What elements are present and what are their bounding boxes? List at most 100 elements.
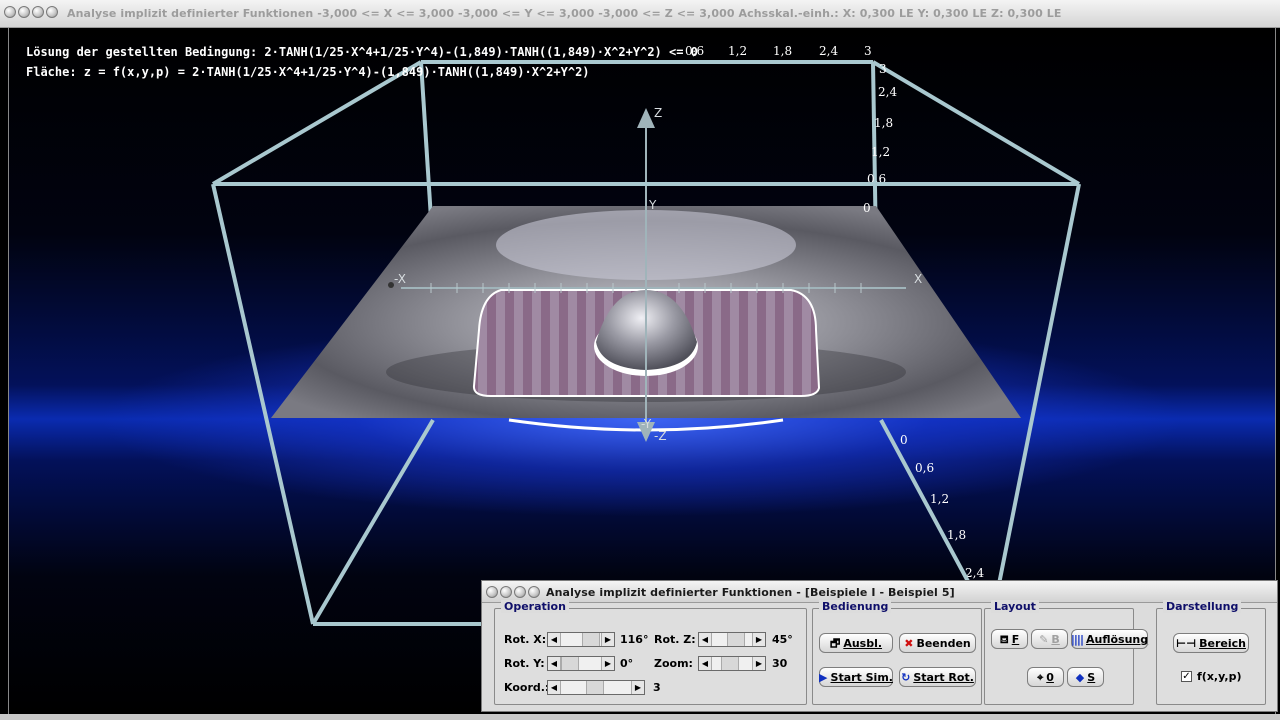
- bedienung-group: Bedienung 🗗 Ausbl. ✖ Beenden ▶ Start Sim…: [812, 600, 982, 705]
- rot-y-scrollbar[interactable]: ◀ ▶: [547, 656, 615, 671]
- scroll-thumb[interactable]: [561, 657, 579, 670]
- pencil-icon: ✎: [1039, 632, 1049, 646]
- lower-scale-tick: 1,8: [947, 528, 966, 542]
- scroll-left-icon[interactable]: ◀: [548, 633, 561, 646]
- rot-z-scrollbar[interactable]: ◀ ▶: [698, 632, 766, 647]
- right-scale-tick: 1,8: [874, 116, 893, 130]
- scroll-thumb[interactable]: [727, 633, 745, 646]
- formula-surface: Fläche: z = f(x,y,p) = 2·TANH(1/25·X^4+1…: [26, 65, 590, 79]
- start-rotation-label: Start Rot.: [913, 670, 974, 684]
- scroll-left-icon[interactable]: ◀: [699, 657, 712, 670]
- zoom-label: Zoom:: [654, 657, 693, 670]
- rot-z-value: 45°: [772, 633, 793, 646]
- top-scale-tick: 2,4: [819, 44, 838, 58]
- right-scale-tick: 3: [879, 62, 887, 76]
- x-axis-label: X: [914, 272, 922, 286]
- aufloesung-button[interactable]: |||| Auflösung: [1071, 629, 1148, 649]
- rot-y-label: Rot. Y:: [504, 657, 545, 670]
- zoom-scrollbar[interactable]: ◀ ▶: [698, 656, 766, 671]
- origin-button[interactable]: ⌖ 0: [1027, 667, 1064, 687]
- rot-x-scrollbar[interactable]: ◀ ▶: [547, 632, 615, 647]
- farbe-label: F: [1011, 632, 1020, 646]
- scroll-thumb[interactable]: [721, 657, 739, 670]
- b-label: B: [1051, 632, 1060, 646]
- darstellung-group-title: Darstellung: [1163, 600, 1242, 613]
- rot-x-label: Rot. X:: [504, 633, 547, 646]
- fxyp-label: f(x,y,p): [1197, 670, 1242, 683]
- scroll-left-icon[interactable]: ◀: [548, 657, 561, 670]
- bereich-label: Bereich: [1199, 636, 1246, 650]
- control-panel-window: Analyse implizit definierter Funktionen …: [481, 580, 1278, 712]
- rot-y-value: 0°: [620, 657, 634, 670]
- window-controls[interactable]: [4, 6, 58, 18]
- paint-bucket-icon: ⛾: [999, 632, 1009, 646]
- aufloesung-label: Auflösung: [1085, 632, 1149, 646]
- scroll-left-icon[interactable]: ◀: [699, 633, 712, 646]
- neg-y-axis-label: -Y: [641, 417, 652, 431]
- window-button-icon[interactable]: [32, 6, 44, 18]
- neg-x-axis-label: -X: [394, 272, 406, 286]
- scroll-right-icon[interactable]: ▶: [601, 657, 614, 670]
- start-simulation-label: Start Sim.: [830, 670, 893, 684]
- koord-scrollbar[interactable]: ◀ ▶: [547, 680, 645, 695]
- rotate-icon: ↻: [901, 670, 911, 684]
- top-scale-tick: 1,8: [773, 44, 792, 58]
- main-title-bar[interactable]: Analyse implizit definierter Funktionen …: [0, 0, 1280, 28]
- layout-group: Layout ⛾ F ✎ B |||| Auflösung ⌖ 0 ◆ S: [984, 600, 1148, 705]
- scroll-right-icon[interactable]: ▶: [752, 657, 765, 670]
- resolution-grid-icon: ||||: [1070, 632, 1084, 646]
- b-button[interactable]: ✎ B: [1031, 629, 1068, 649]
- farbe-button[interactable]: ⛾ F: [991, 629, 1028, 649]
- origin-label: 0: [1046, 670, 1054, 684]
- layout-group-title: Layout: [991, 600, 1039, 613]
- window-button-icon[interactable]: [528, 586, 540, 598]
- beenden-button[interactable]: ✖ Beenden: [899, 633, 976, 653]
- window-button-icon[interactable]: [18, 6, 30, 18]
- play-icon: ▶: [819, 670, 828, 684]
- y-axis-label: Y: [648, 198, 657, 212]
- z-axis-label: Z: [654, 106, 662, 120]
- beenden-label: Beenden: [916, 636, 971, 650]
- ausblenden-button[interactable]: 🗗 Ausbl.: [819, 633, 893, 653]
- hide-window-icon: 🗗: [829, 636, 841, 650]
- z-axis-arrow-icon: [637, 108, 655, 128]
- fxyp-checkbox[interactable]: ✓: [1181, 671, 1192, 682]
- zoom-value: 30: [772, 657, 788, 670]
- scroll-thumb[interactable]: [586, 681, 604, 694]
- scroll-right-icon[interactable]: ▶: [631, 681, 644, 694]
- eraser-icon: ◆: [1075, 670, 1085, 684]
- scroll-right-icon[interactable]: ▶: [752, 633, 765, 646]
- koord-value: 3: [653, 681, 661, 694]
- lower-scale-tick: 1,2: [930, 492, 949, 506]
- start-simulation-button[interactable]: ▶ Start Sim.: [819, 667, 893, 687]
- scroll-right-icon[interactable]: ▶: [601, 633, 614, 646]
- top-scale-tick: 3: [864, 44, 872, 58]
- rot-x-value: 116°: [620, 633, 649, 646]
- ausblenden-label: Ausbl.: [843, 636, 883, 650]
- darstellung-group: Darstellung ⊢⊣ Bereich ✓ f(x,y,p): [1156, 600, 1266, 705]
- window-button-icon[interactable]: [486, 586, 498, 598]
- window-button-icon[interactable]: [514, 586, 526, 598]
- window-button-icon[interactable]: [500, 586, 512, 598]
- close-icon: ✖: [904, 636, 914, 650]
- range-icon: ⊢⊣: [1176, 636, 1197, 650]
- control-panel-title: Analyse implizit definierter Funktionen …: [546, 586, 955, 599]
- crosshair-icon: ⌖: [1037, 670, 1044, 684]
- window-button-icon[interactable]: [4, 6, 16, 18]
- koord-label: Koord.:: [504, 681, 550, 694]
- start-rotation-button[interactable]: ↻ Start Rot.: [899, 667, 976, 687]
- s-label: S: [1087, 670, 1096, 684]
- right-scale-tick: 2,4: [878, 85, 897, 99]
- right-scale-tick: 1,2: [871, 145, 890, 159]
- s-button[interactable]: ◆ S: [1067, 667, 1104, 687]
- window-button-icon[interactable]: [46, 6, 58, 18]
- panel-window-controls[interactable]: [486, 586, 540, 598]
- scroll-left-icon[interactable]: ◀: [548, 681, 561, 694]
- neg-z-axis-label: -Z: [654, 429, 667, 443]
- operation-group-title: Operation: [501, 600, 569, 613]
- scroll-thumb[interactable]: [582, 633, 600, 646]
- bedienung-group-title: Bedienung: [819, 600, 892, 613]
- operation-group: Operation Rot. X: ◀ ▶ 116° Rot. Z: ◀ ▶ 4…: [494, 600, 807, 705]
- bereich-button[interactable]: ⊢⊣ Bereich: [1173, 633, 1249, 653]
- lower-scale-tick: 0,6: [915, 461, 934, 475]
